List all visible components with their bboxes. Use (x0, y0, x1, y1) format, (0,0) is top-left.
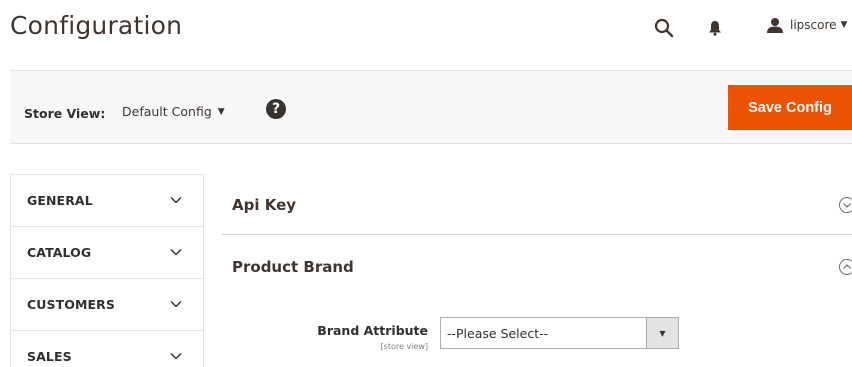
sidebar-item-general[interactable]: GENERAL (11, 175, 203, 227)
field-label: Brand Attribute (317, 323, 428, 338)
chevron-down-icon (170, 300, 182, 308)
save-config-button[interactable]: Save Config (728, 85, 852, 130)
sidebar-item-label: SALES (27, 349, 72, 364)
section-product-brand: Product Brand (222, 236, 852, 296)
sidebar-item-label: CUSTOMERS (27, 297, 115, 312)
store-view-value: Default Config (122, 104, 212, 119)
store-view-switcher[interactable]: Default Config ▼ (122, 104, 225, 119)
sidebar-item-sales[interactable]: SALES (11, 331, 203, 367)
section-header-product-brand[interactable]: Product Brand (222, 236, 852, 296)
caret-down-icon: ▼ (217, 106, 225, 117)
section-api-key: Api Key (222, 174, 852, 235)
sidebar-item-customers[interactable]: CUSTOMERS (11, 279, 203, 331)
chevron-down-icon (170, 248, 182, 256)
user-icon (766, 17, 784, 33)
store-view-bar: Store View: Default Config ▼ ? Save Conf… (10, 70, 852, 144)
search-icon[interactable] (652, 16, 676, 40)
page-title: Configuration (10, 11, 183, 40)
chevron-down-icon (170, 196, 182, 204)
store-view-label: Store View: (24, 106, 106, 121)
caret-down-icon: ▼ (840, 20, 848, 30)
help-icon[interactable]: ? (266, 99, 286, 119)
brand-attribute-select[interactable]: --Please Select-- ▼ (440, 317, 679, 349)
bell-icon[interactable] (706, 18, 724, 38)
chevron-circle-down-icon[interactable] (838, 196, 852, 214)
user-name: lipscore (790, 18, 837, 32)
field-brand-attribute: Brand Attribute [store view] --Please Se… (222, 317, 852, 357)
chevron-down-icon (170, 352, 182, 360)
user-menu[interactable]: lipscore ▼ (766, 17, 847, 33)
sidebar-item-catalog[interactable]: CATALOG (11, 227, 203, 279)
config-sidebar: GENERAL CATALOG CUSTOMERS SALES (10, 174, 204, 367)
dropdown-arrow-icon[interactable]: ▼ (646, 318, 678, 348)
field-scope-hint: [store view] (380, 342, 428, 351)
sidebar-item-label: CATALOG (27, 245, 92, 260)
sidebar-item-label: GENERAL (27, 193, 93, 208)
select-value: --Please Select-- (447, 325, 549, 341)
section-header-api-key[interactable]: Api Key (222, 174, 852, 234)
section-title: Api Key (232, 196, 297, 214)
chevron-circle-up-icon[interactable] (838, 258, 852, 276)
section-title: Product Brand (232, 258, 354, 276)
